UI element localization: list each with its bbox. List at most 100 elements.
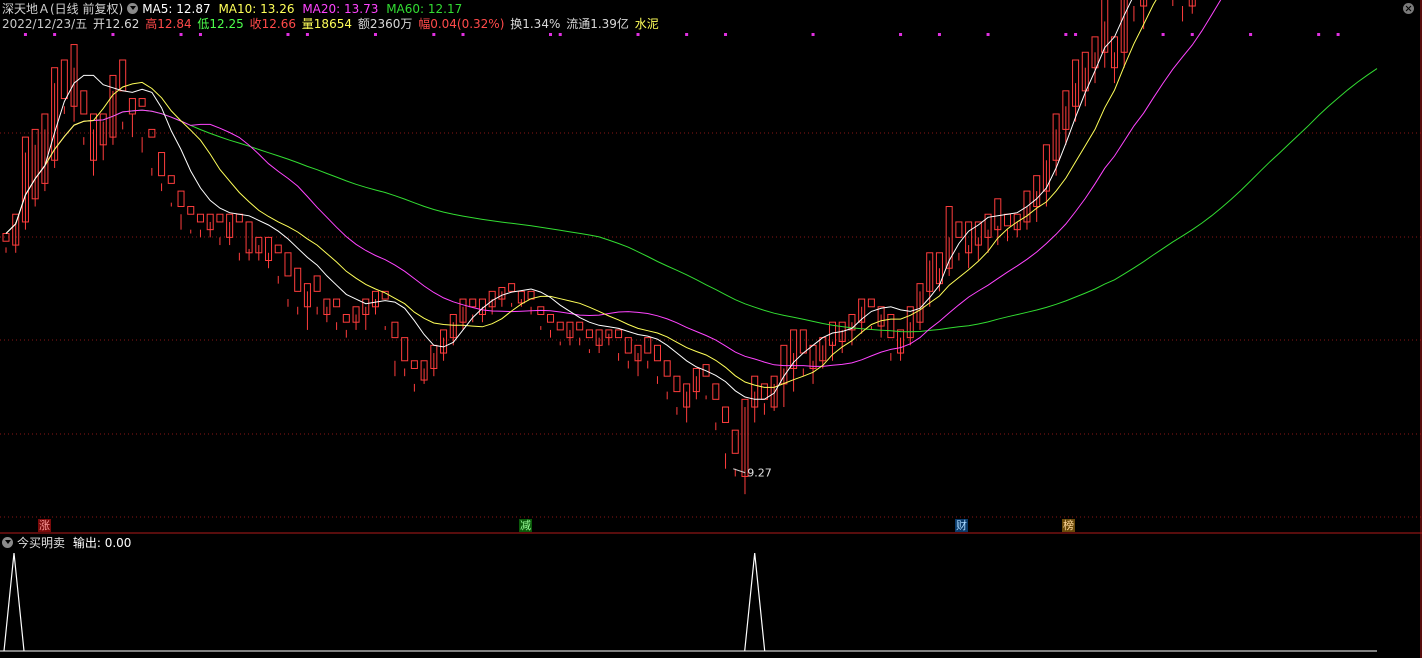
candle-body	[216, 213, 224, 223]
open-label: 开12.62	[93, 17, 140, 31]
candle-body	[994, 198, 1002, 231]
indicator-title: 今买明卖	[17, 536, 66, 550]
ma5-label: MA5: 12.87	[142, 2, 211, 16]
candle-body	[391, 321, 399, 339]
ma10-label: MA10: 13.26	[218, 2, 295, 16]
event-tag-zhang[interactable]: 涨	[38, 519, 51, 532]
sector-label: 水泥	[634, 17, 659, 31]
date-label: 2022/12/23/五	[2, 17, 88, 31]
candle-body	[887, 313, 895, 339]
candle-body	[508, 283, 516, 292]
signal-dot	[558, 33, 562, 36]
candle-body	[556, 321, 564, 331]
candle-body	[401, 337, 409, 362]
signal-dot	[23, 33, 27, 36]
candle-body	[469, 298, 477, 308]
candle-body	[722, 406, 730, 423]
candle-body	[167, 175, 175, 184]
signal-dot	[899, 33, 903, 36]
signal-dot	[179, 33, 183, 36]
signal-dot	[305, 33, 309, 36]
signal-dot	[1249, 33, 1253, 36]
header-row-2: 2022/12/23/五 开12.62 高12.84 低12.25 收12.66…	[2, 17, 663, 31]
signal-dot	[636, 33, 640, 36]
candle-body	[313, 275, 321, 292]
indicator-header: 今买明卖 输出: 0.00	[2, 536, 135, 550]
dropdown-icon[interactable]	[127, 3, 139, 14]
candle-body	[799, 329, 807, 354]
close-label: 收12.66	[249, 17, 296, 31]
candle-body	[673, 375, 681, 393]
candle-body	[284, 252, 292, 277]
candle-body	[1003, 213, 1012, 227]
signal-dot	[461, 33, 465, 36]
header-row-1: 深天地Ａ(日线 前复权) MA5: 12.87 MA10: 13.26 MA20:…	[2, 2, 466, 16]
event-tag-cai[interactable]: 财	[955, 519, 968, 532]
candle-body	[294, 267, 302, 292]
candle-body	[955, 221, 963, 238]
signal-dot	[1074, 33, 1078, 36]
candle-body	[138, 98, 146, 107]
event-tag-bang[interactable]: 榜	[1062, 519, 1075, 532]
ma60-line	[5, 68, 1378, 333]
turnover-label: 换1.34%	[510, 17, 561, 31]
candle-body	[653, 344, 661, 362]
signal-dot	[1161, 33, 1165, 36]
volume-label: 量18654	[301, 17, 352, 31]
signal-dot	[1190, 33, 1194, 36]
candle-body	[731, 429, 739, 454]
low-label: 低12.25	[197, 17, 244, 31]
signal-dot	[724, 33, 728, 36]
change-label: 幅0.04(0.32%)	[418, 17, 505, 31]
amount-label: 额2360万	[357, 17, 413, 31]
signal-dot	[1336, 33, 1340, 36]
candle-body	[585, 329, 593, 339]
candle-body	[615, 329, 623, 339]
signal-dot	[53, 33, 57, 36]
candle-body	[663, 360, 671, 377]
candle-body	[60, 59, 68, 100]
candle-body	[187, 206, 195, 215]
stock-name: 深天地Ａ(日线 前复权)	[2, 2, 124, 16]
ma60-label: MA60: 12.17	[386, 2, 463, 16]
signal-dot	[432, 33, 436, 36]
candle-body	[196, 213, 204, 223]
candle-body	[712, 383, 720, 400]
candle-body	[333, 298, 341, 308]
candle-body	[148, 128, 156, 138]
signal-dot	[685, 33, 689, 36]
ma20-line	[5, 0, 1222, 367]
candle-body	[644, 337, 652, 354]
signal-dot	[1064, 33, 1068, 36]
signal-dot	[373, 33, 377, 36]
high-label: 高12.84	[145, 17, 192, 31]
signal-dot	[937, 33, 941, 36]
indicator-spike	[744, 552, 766, 652]
signal-dot	[111, 33, 115, 36]
candle-body	[576, 321, 584, 331]
signal-dot	[811, 33, 815, 36]
signal-dot	[549, 33, 553, 36]
candle-body	[128, 98, 136, 115]
candle-body	[546, 313, 555, 323]
indicator-spike	[3, 552, 25, 652]
ma20-label: MA20: 13.73	[302, 2, 379, 16]
candle-body	[177, 190, 185, 208]
stock-chart[interactable]: 15.109.27 深天地Ａ(日线 前复权) MA5: 12.87 MA10: 1…	[0, 0, 1422, 658]
indicator-output: 输出: 0.00	[72, 536, 132, 550]
candle-body	[410, 360, 418, 369]
float-cap-label: 流通1.39亿	[566, 17, 629, 31]
ma5-line	[5, 0, 1133, 400]
candle-body	[867, 298, 875, 308]
indicator-dropdown-icon[interactable]	[2, 537, 13, 548]
candle-body	[235, 213, 243, 223]
signal-dot	[986, 33, 990, 36]
min-price-label: 9.27	[747, 467, 772, 480]
close-icon[interactable]	[1403, 3, 1414, 14]
signal-dot	[1317, 33, 1321, 36]
event-tag-jian[interactable]: 减	[519, 519, 532, 532]
signal-dot	[198, 33, 202, 36]
signal-dot	[286, 33, 290, 36]
candle-body	[274, 244, 282, 254]
chart-canvas: 15.109.27	[0, 0, 1422, 658]
